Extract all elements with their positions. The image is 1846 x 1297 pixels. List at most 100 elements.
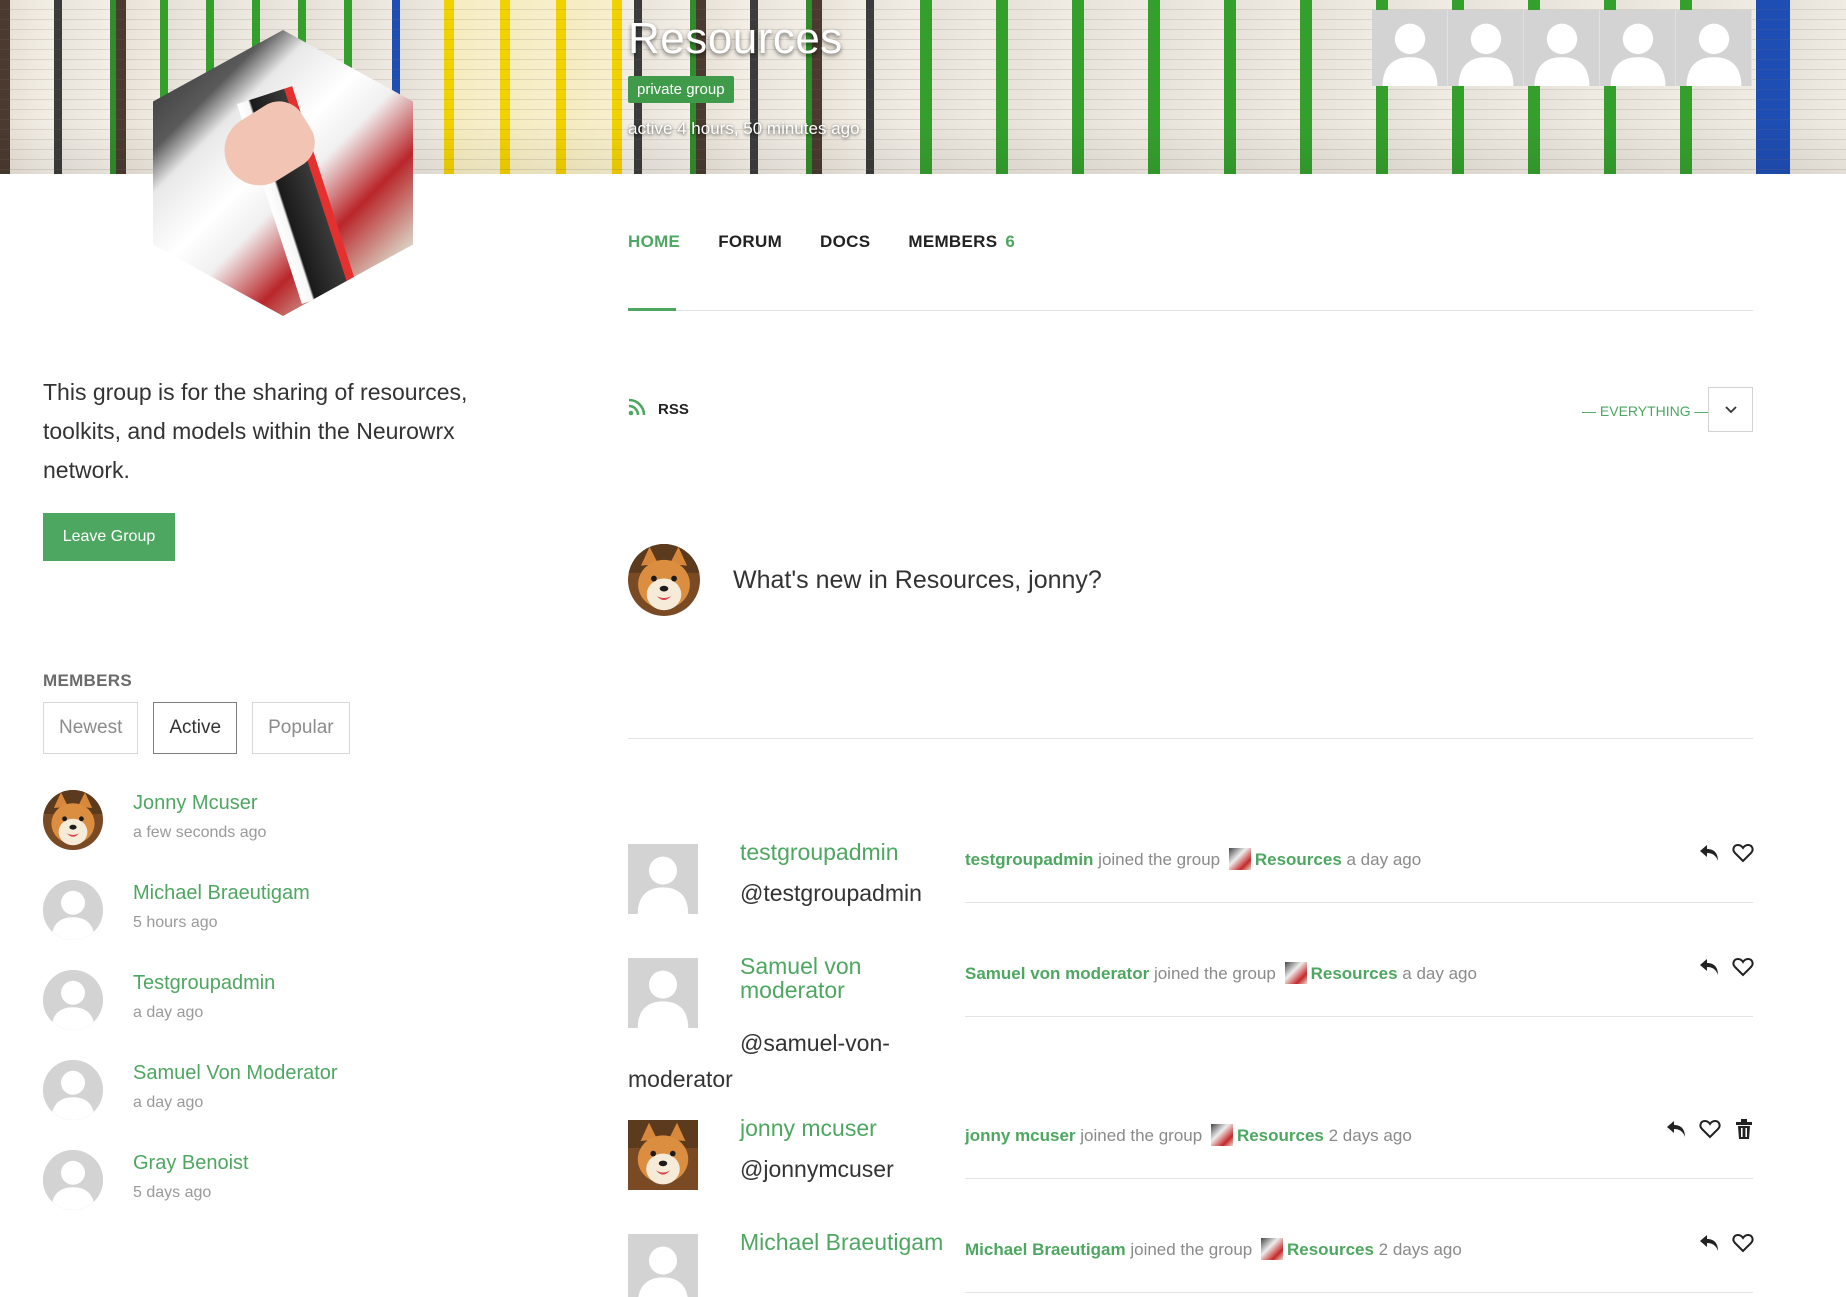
- activity-avatar[interactable]: [628, 1120, 698, 1190]
- default-avatar-icon: [1600, 10, 1675, 86]
- admin-avatar[interactable]: [1600, 10, 1676, 86]
- activity-divider: [965, 902, 1753, 903]
- activity-user-handle-wrap: moderator: [628, 1066, 733, 1092]
- default-avatar-icon: [628, 844, 698, 914]
- heart-icon[interactable]: [1731, 1231, 1755, 1255]
- activity-filter-value[interactable]: — EVERYTHING —: [1582, 403, 1709, 419]
- shiba-dog-avatar-icon: [628, 1120, 698, 1190]
- activity-group-link[interactable]: Resources: [1287, 1240, 1374, 1259]
- members-filter-tabs: Newest Active Popular: [43, 702, 350, 754]
- member-avatar[interactable]: [43, 1150, 103, 1210]
- default-avatar-icon: [43, 1060, 103, 1120]
- activity-actions: [1664, 1117, 1756, 1141]
- group-thumbnail[interactable]: [1284, 962, 1307, 984]
- admin-avatar[interactable]: [1372, 10, 1448, 86]
- tab-members[interactable]: MEMBERS 6: [908, 232, 1015, 252]
- privacy-badge: private group: [628, 76, 734, 103]
- activity-summary: Michael Braeutigam joined the group Reso…: [965, 1238, 1462, 1260]
- post-divider: [628, 738, 1753, 739]
- activity-summary: testgroupadmin joined the group Resource…: [965, 848, 1421, 870]
- activity-filter-dropdown[interactable]: [1708, 387, 1753, 432]
- activity-user-name[interactable]: testgroupadmin: [740, 840, 950, 864]
- default-avatar-icon: [1448, 10, 1523, 86]
- activity-actor-link[interactable]: jonny mcuser: [965, 1126, 1076, 1145]
- default-avatar-icon: [43, 1150, 103, 1210]
- admin-avatar[interactable]: [1524, 10, 1600, 86]
- activity-time: a day ago: [1341, 850, 1422, 869]
- member-avatar[interactable]: [43, 1060, 103, 1120]
- reply-icon[interactable]: [1697, 1231, 1721, 1255]
- heart-icon[interactable]: [1731, 841, 1755, 865]
- activity-group-link[interactable]: Resources: [1255, 850, 1342, 869]
- filter-popular[interactable]: Popular: [252, 702, 350, 754]
- member-name-link[interactable]: Jonny Mcuser: [133, 792, 266, 815]
- shiba-dog-avatar-icon: [43, 790, 103, 850]
- activity-user-handle: @testgroupadmin: [740, 880, 922, 906]
- activity-actor-link[interactable]: Michael Braeutigam: [965, 1240, 1126, 1259]
- group-thumbnail[interactable]: [1261, 1238, 1283, 1260]
- chevron-down-icon: [1724, 401, 1737, 419]
- activity-time: 2 days ago: [1373, 1240, 1462, 1259]
- active-tab-indicator: [628, 308, 676, 311]
- leave-group-button[interactable]: Leave Group: [43, 513, 175, 561]
- member-name-link[interactable]: Samuel Von Moderator: [133, 1062, 338, 1085]
- group-nav: HOME FORUM DOCS MEMBERS 6: [628, 232, 1015, 252]
- nav-divider: [628, 310, 1753, 311]
- reply-icon[interactable]: [1697, 841, 1721, 865]
- default-avatar-icon: [628, 1234, 698, 1297]
- reply-icon[interactable]: [1697, 955, 1721, 979]
- member-list-item: Michael Braeutigam 5 hours ago: [43, 880, 338, 970]
- shiba-dog-avatar-icon: [628, 544, 700, 616]
- tab-docs[interactable]: DOCS: [820, 232, 870, 252]
- group-last-active: active 4 hours, 50 minutes ago: [628, 119, 860, 138]
- group-description: This group is for the sharing of resourc…: [43, 379, 468, 483]
- activity-avatar[interactable]: [628, 958, 698, 1028]
- heart-icon[interactable]: [1698, 1117, 1722, 1141]
- member-last-active: 5 days ago: [133, 1184, 212, 1201]
- activity-user-name[interactable]: Samuel von moderator: [740, 954, 950, 1002]
- activity-user-name[interactable]: Michael Braeutigam: [740, 1230, 950, 1254]
- activity-actor-link[interactable]: testgroupadmin: [965, 850, 1093, 869]
- activity-avatar[interactable]: [628, 1234, 698, 1297]
- admin-avatar[interactable]: [1676, 10, 1752, 86]
- member-last-active: 5 hours ago: [133, 914, 218, 931]
- activity-divider: [965, 1292, 1753, 1293]
- current-user-avatar[interactable]: [628, 544, 700, 616]
- heart-icon[interactable]: [1731, 955, 1755, 979]
- tab-forum[interactable]: FORUM: [718, 232, 782, 252]
- member-last-active: a day ago: [133, 1094, 204, 1111]
- members-list: Jonny Mcuser a few seconds ago Michael B…: [43, 790, 338, 1240]
- reply-icon[interactable]: [1664, 1117, 1688, 1141]
- member-name-link[interactable]: Michael Braeutigam: [133, 882, 310, 905]
- activity-actor-link[interactable]: Samuel von moderator: [965, 964, 1149, 983]
- default-avatar-icon: [628, 958, 698, 1028]
- filter-active[interactable]: Active: [153, 702, 238, 754]
- activity-avatar[interactable]: [628, 844, 698, 914]
- activity-user-name[interactable]: jonny mcuser: [740, 1116, 950, 1140]
- trash-icon[interactable]: [1732, 1117, 1756, 1141]
- activity-summary: Samuel von moderator joined the group Re…: [965, 962, 1477, 984]
- default-avatar-icon: [1372, 10, 1447, 86]
- activity-verb: joined the group: [1125, 1240, 1257, 1259]
- member-list-item: Samuel Von Moderator a day ago: [43, 1060, 338, 1150]
- tab-members-label: MEMBERS: [908, 232, 998, 251]
- member-name-link[interactable]: Gray Benoist: [133, 1152, 249, 1175]
- activity-verb: joined the group: [1149, 964, 1281, 983]
- filter-newest[interactable]: Newest: [43, 702, 139, 754]
- member-avatar[interactable]: [43, 790, 103, 850]
- member-avatar[interactable]: [43, 970, 103, 1030]
- whats-new-prompt[interactable]: What's new in Resources, jonny?: [733, 566, 1102, 595]
- activity-divider: [965, 1016, 1753, 1017]
- group-thumbnail[interactable]: [1228, 848, 1251, 870]
- tab-home[interactable]: HOME: [628, 232, 680, 252]
- rss-label: RSS: [658, 401, 689, 418]
- activity-group-link[interactable]: Resources: [1311, 964, 1398, 983]
- admin-avatar[interactable]: [1448, 10, 1524, 86]
- rss-link[interactable]: RSS: [628, 398, 689, 421]
- activity-group-link[interactable]: Resources: [1237, 1126, 1324, 1145]
- activity-summary: jonny mcuser joined the group Resources …: [965, 1124, 1412, 1146]
- member-avatar[interactable]: [43, 880, 103, 940]
- rss-icon: [628, 398, 646, 421]
- member-name-link[interactable]: Testgroupadmin: [133, 972, 275, 995]
- group-thumbnail[interactable]: [1210, 1124, 1233, 1146]
